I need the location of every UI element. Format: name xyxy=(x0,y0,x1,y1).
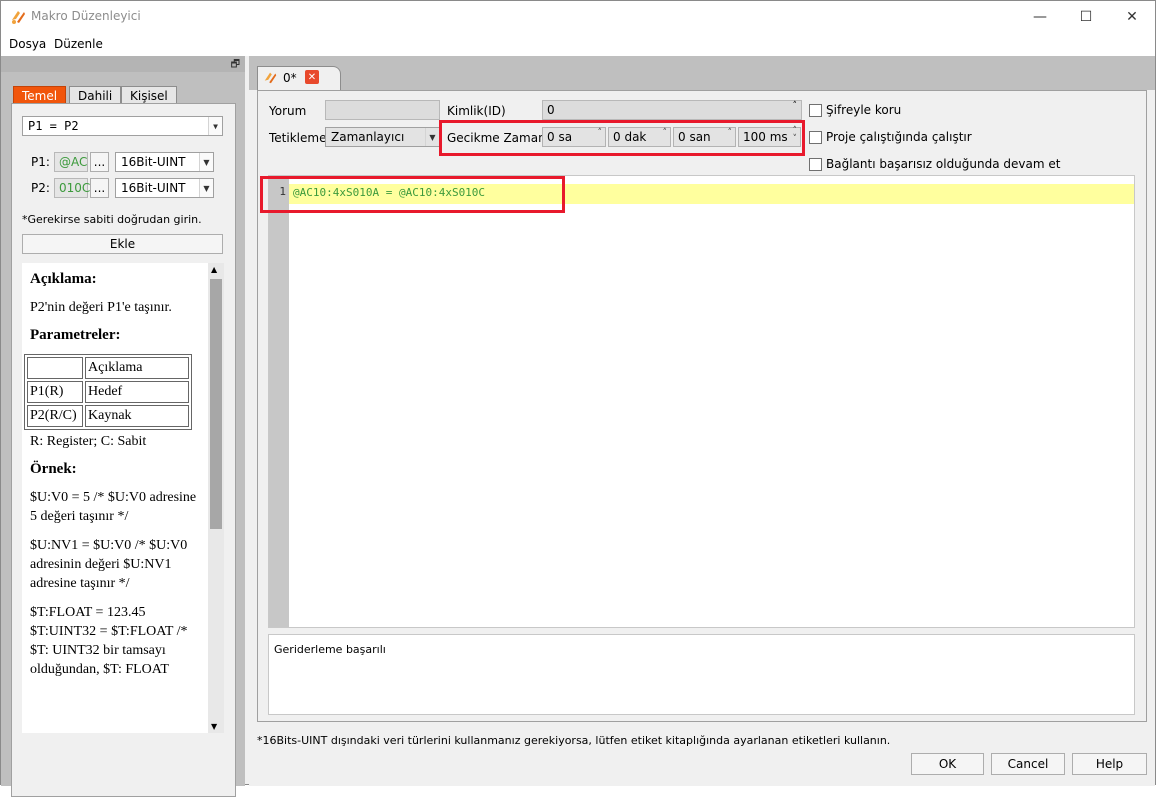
password-protect-checkbox[interactable]: Şifreyle koru xyxy=(809,103,901,117)
menu-duzenle[interactable]: Düzenle xyxy=(54,37,103,51)
checkbox-box[interactable] xyxy=(809,157,822,171)
yorum-label: Yorum xyxy=(269,104,307,118)
stepper-up-icon[interactable]: ˄ xyxy=(793,101,798,111)
minimize-icon: — xyxy=(1033,8,1047,25)
scroll-down-icon[interactable]: ▼ xyxy=(211,722,217,731)
p1-browse-button[interactable]: ... xyxy=(90,152,109,172)
table-cell: P1(R) xyxy=(27,381,83,403)
chevron-down-icon: ▼ xyxy=(199,153,213,171)
window-title: Makro Düzenleyici xyxy=(31,9,141,23)
tetikleme-select[interactable]: Zamanlayıcı ▼ xyxy=(325,127,440,147)
chevron-down-icon: ▼ xyxy=(208,117,222,135)
add-button[interactable]: Ekle xyxy=(22,234,223,254)
macro-app-icon xyxy=(12,11,25,24)
constant-hint: *Gerekirse sabiti doğrudan girin. xyxy=(22,213,202,226)
table-header-cell: Açıklama xyxy=(85,357,189,379)
example-1: $U:V0 = 5 /* $U:V0 adresine 5 değeri taş… xyxy=(30,490,197,524)
macro-tab-label: 0* xyxy=(283,71,297,85)
delay-highlight-box xyxy=(439,120,805,156)
p1-type-select[interactable]: 16Bit-UINT ▼ xyxy=(115,152,214,172)
maximize-icon: ☐ xyxy=(1079,8,1093,25)
scroll-thumb[interactable] xyxy=(210,279,222,529)
restore-panel-icon[interactable]: 🗗 xyxy=(231,57,240,74)
kimlik-label: Kimlik(ID) xyxy=(447,104,506,118)
checkbox-box[interactable] xyxy=(809,103,822,117)
p2-input[interactable]: 010C xyxy=(54,178,90,198)
title-bar: Makro Düzenleyici — ☐ ✕ xyxy=(1,1,1155,32)
data-type-note: *16Bits-UINT dışındaki veri türlerini ku… xyxy=(257,734,891,747)
yorum-input[interactable] xyxy=(325,100,440,120)
compile-output: Geriderleme başarılı xyxy=(268,634,1135,715)
table-row: P2(R/C) Kaynak xyxy=(27,405,189,427)
line-number-gutter: 1 xyxy=(269,176,289,627)
cancel-button[interactable]: Cancel xyxy=(991,753,1065,775)
chevron-down-icon: ▼ xyxy=(199,179,213,197)
maximize-button[interactable]: ☐ xyxy=(1063,1,1109,32)
kimlik-input[interactable]: 0 ˄ xyxy=(542,100,802,120)
tetikleme-label: Tetikleme xyxy=(269,131,327,145)
legend-text: R: Register; C: Sabit xyxy=(30,434,147,449)
p2-label: P2: xyxy=(31,181,50,195)
editor-tab-strip: 0* ✕ xyxy=(249,56,1155,90)
menu-bar: Dosya Düzenle xyxy=(1,32,1155,56)
panel-header: 🗗 xyxy=(1,56,245,72)
description-heading: Açıklama: xyxy=(30,271,97,287)
table-row: P1(R) Hedef xyxy=(27,381,189,403)
code-editor[interactable]: 1 @AC10:4xS010A = @AC10:4xS010C xyxy=(268,175,1135,628)
example-3: $T:FLOAT = 123.45 $T:UINT32 = $T:FLOAT /… xyxy=(30,605,188,677)
macro-tab-icon xyxy=(264,72,277,84)
close-tab-icon[interactable]: ✕ xyxy=(305,70,319,84)
command-description: Açıklama: P2'nin değeri P1'e taşınır. Pa… xyxy=(22,263,208,733)
parameters-table: Açıklama P1(R) Hedef P2(R/C) Kaynak xyxy=(24,354,192,430)
p1-input[interactable]: @AC xyxy=(54,152,88,172)
description-scrollbar[interactable]: ▲ ▼ xyxy=(208,263,224,733)
output-text: Geriderleme başarılı xyxy=(274,643,386,656)
example-heading: Örnek: xyxy=(30,461,77,477)
table-cell: P2(R/C) xyxy=(27,405,83,427)
macro-tab[interactable]: 0* ✕ xyxy=(257,66,341,90)
checkbox-box[interactable] xyxy=(809,130,822,144)
code-highlight-box xyxy=(260,176,565,213)
description-text: P2'nin değeri P1'e taşınır. xyxy=(30,300,172,315)
close-icon: ✕ xyxy=(1126,8,1138,25)
p1-label: P1: xyxy=(31,155,50,169)
continue-on-failure-checkbox[interactable]: Bağlantı başarısız olduğunda devam et xyxy=(809,157,1060,171)
macro-editor-window: Makro Düzenleyici — ☐ ✕ Dosya Düzenle 🗗 … xyxy=(0,0,1156,797)
p2-type-select[interactable]: 16Bit-UINT ▼ xyxy=(115,178,214,198)
menu-dosya[interactable]: Dosya xyxy=(9,37,46,51)
scroll-up-icon[interactable]: ▲ xyxy=(211,265,217,274)
p2-browse-button[interactable]: ... xyxy=(90,178,109,198)
command-select[interactable]: P1 = P2 ▼ xyxy=(22,116,223,136)
minimize-button[interactable]: — xyxy=(1017,1,1063,32)
table-header-row: Açıklama xyxy=(27,357,189,379)
chevron-down-icon: ▼ xyxy=(425,128,439,146)
table-header-cell xyxy=(27,357,83,379)
run-on-project-start-checkbox[interactable]: Proje çalıştığında çalıştır xyxy=(809,130,972,144)
help-button[interactable]: Help xyxy=(1072,753,1147,775)
table-cell: Hedef xyxy=(85,381,189,403)
table-cell: Kaynak xyxy=(85,405,189,427)
parameters-heading: Parametreler: xyxy=(30,327,121,343)
close-button[interactable]: ✕ xyxy=(1109,1,1155,32)
example-2: $U:NV1 = $U:V0 /* $U:V0 adresinin değeri… xyxy=(30,538,188,591)
ok-button[interactable]: OK xyxy=(911,753,984,775)
